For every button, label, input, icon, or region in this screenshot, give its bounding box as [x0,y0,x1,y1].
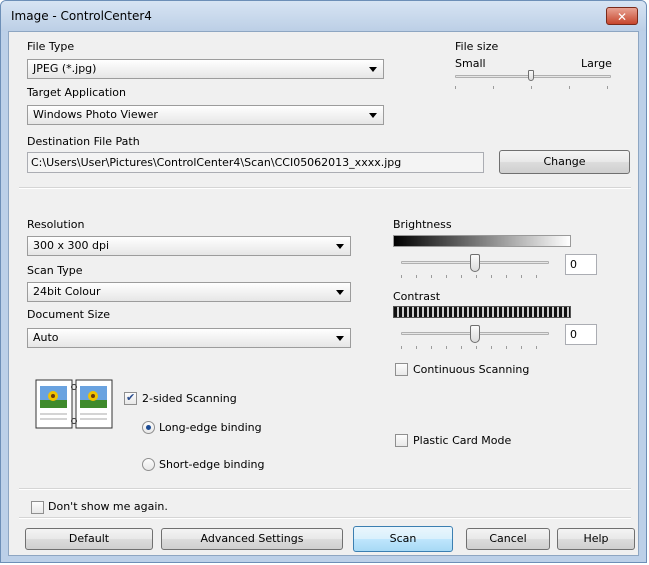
slider-tick [506,275,507,278]
slider-tick [491,275,492,278]
cancel-button[interactable]: Cancel [466,528,550,550]
slider-tick [569,86,570,89]
slider-tick [506,346,507,349]
file-size-slider-thumb[interactable] [528,70,534,81]
slider-tick [493,86,494,89]
brightness-slider-thumb[interactable] [470,254,480,272]
slider-tick [531,86,532,89]
slider-tick [401,275,402,278]
slider-tick [461,346,462,349]
file-size-small-label: Small [455,57,486,70]
slider-tick [431,275,432,278]
brightness-value-field[interactable]: 0 [565,254,597,275]
long-edge-binding-label: Long-edge binding [159,421,262,434]
contrast-slider-thumb[interactable] [470,325,480,343]
slider-tick [607,86,608,89]
dont-show-again-label: Don't show me again. [48,500,168,513]
slider-tick [536,275,537,278]
short-edge-binding-radio[interactable] [142,458,155,471]
scan-type-label: Scan Type [27,264,83,277]
long-edge-binding-radio[interactable] [142,421,155,434]
slider-tick [455,86,456,89]
duplex-pages-icon [35,379,113,429]
change-button[interactable]: Change [499,150,630,174]
window-title: Image - ControlCenter4 [11,9,152,23]
slider-tick [536,346,537,349]
chevron-down-icon [336,244,344,249]
file-type-value: JPEG (*.jpg) [33,62,97,75]
scan-button[interactable]: Scan [353,526,453,552]
dialog-client-area: File Type JPEG (*.jpg) File size Small L… [8,31,639,556]
slider-tick [431,346,432,349]
dont-show-again-checkbox[interactable] [31,501,44,514]
plastic-card-mode-checkbox[interactable] [395,434,408,447]
slider-tick [476,275,477,278]
contrast-value-field[interactable]: 0 [565,324,597,345]
plastic-card-mode-label: Plastic Card Mode [413,434,512,447]
destination-path-label: Destination File Path [27,135,140,148]
short-edge-binding-label: Short-edge binding [159,458,265,471]
chevron-down-icon [369,67,377,72]
brightness-gradient-bar [393,235,571,247]
chevron-down-icon [336,290,344,295]
slider-tick [416,346,417,349]
resolution-label: Resolution [27,218,85,231]
continuous-scanning-label: Continuous Scanning [413,363,530,376]
section-divider [19,187,631,189]
section-divider [19,488,631,490]
slider-tick [461,275,462,278]
destination-path-value: C:\Users\User\Pictures\ControlCenter4\Sc… [31,156,402,169]
file-type-label: File Type [27,40,75,53]
slider-tick [476,346,477,349]
section-divider [19,517,631,519]
slider-tick [416,275,417,278]
close-icon: ✕ [616,10,628,24]
resolution-value: 300 x 300 dpi [33,239,110,252]
continuous-scanning-checkbox[interactable] [395,363,408,376]
close-button[interactable]: ✕ [606,7,638,25]
two-sided-scanning-checkbox[interactable] [124,391,137,405]
contrast-pattern-bar [393,306,571,318]
chevron-down-icon [336,336,344,341]
document-size-value: Auto [33,331,59,344]
file-size-label: File size [455,40,499,53]
help-button[interactable]: Help [557,528,635,550]
advanced-settings-button[interactable]: Advanced Settings [161,528,343,550]
slider-tick [521,346,522,349]
file-type-select[interactable]: JPEG (*.jpg) [27,59,384,79]
slider-tick [491,346,492,349]
document-size-select[interactable]: Auto [27,328,351,348]
scan-type-select[interactable]: 24bit Colour [27,282,351,302]
default-button[interactable]: Default [25,528,153,550]
chevron-down-icon [369,113,377,118]
title-bar[interactable]: Image - ControlCenter4 ✕ [1,1,646,31]
file-size-large-label: Large [581,57,612,70]
target-application-select[interactable]: Windows Photo Viewer [27,105,384,125]
slider-tick [401,346,402,349]
scan-type-value: 24bit Colour [33,285,101,298]
destination-path-field[interactable]: C:\Users\User\Pictures\ControlCenter4\Sc… [27,152,484,173]
contrast-label: Contrast [393,290,441,303]
target-application-label: Target Application [27,86,126,99]
document-size-label: Document Size [27,308,111,321]
dialog-window: Image - ControlCenter4 ✕ File Type JPEG … [0,0,647,563]
slider-tick [446,346,447,349]
target-application-value: Windows Photo Viewer [33,108,158,121]
resolution-select[interactable]: 300 x 300 dpi [27,236,351,256]
two-sided-scanning-label: 2-sided Scanning [142,392,237,405]
brightness-label: Brightness [393,218,452,231]
slider-tick [521,275,522,278]
slider-tick [446,275,447,278]
